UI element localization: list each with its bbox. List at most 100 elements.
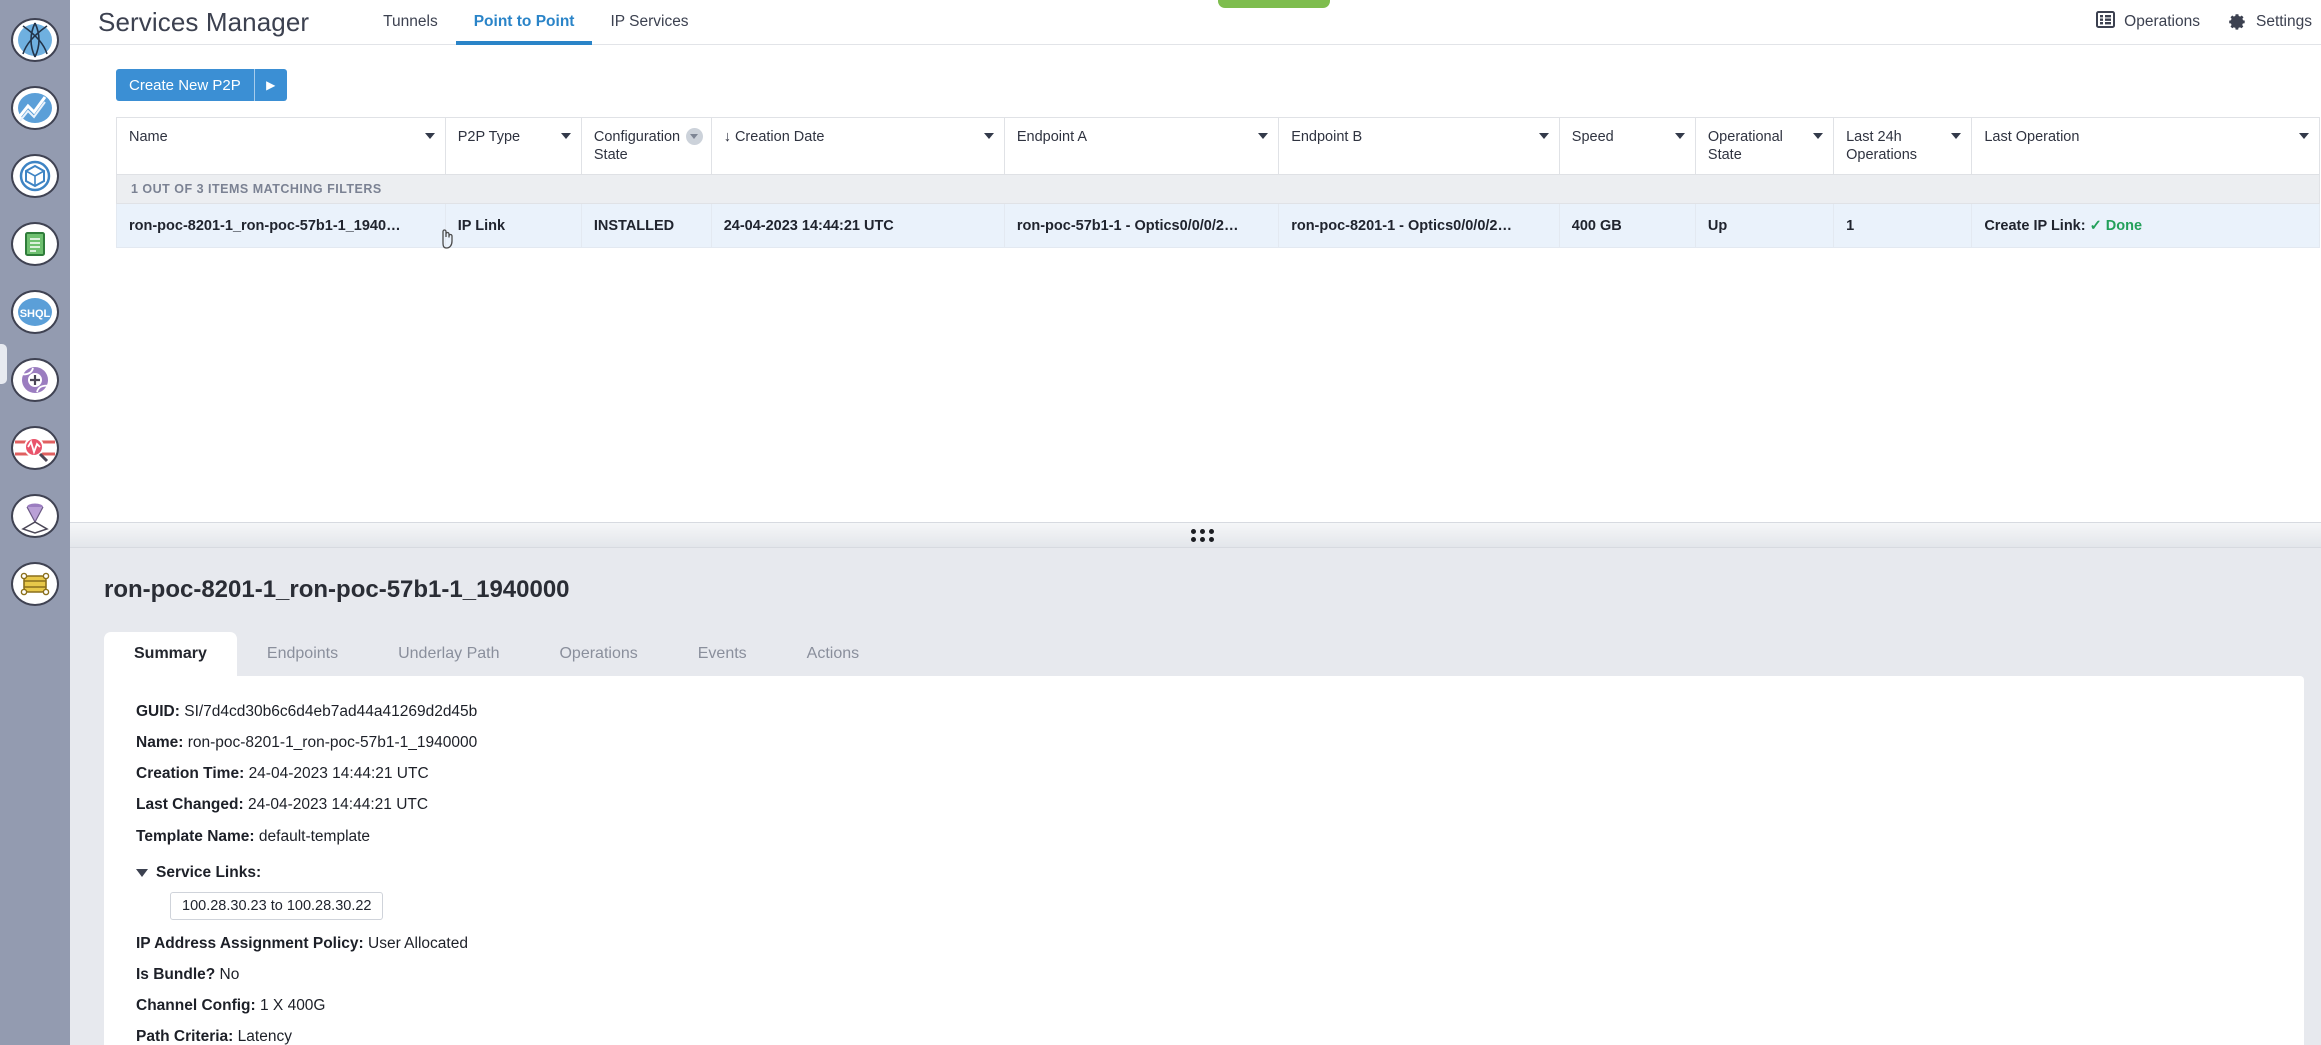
tab-summary[interactable]: Summary <box>104 632 237 676</box>
operations-button[interactable]: Operations <box>2096 10 2200 34</box>
cell-configuration-state: INSTALLED <box>580 203 712 249</box>
rail-item-services-manager[interactable] <box>0 550 70 618</box>
column-header-operational-state[interactable]: Operational State <box>1694 116 1835 176</box>
service-links-toggle[interactable]: Service Links: <box>136 864 2304 882</box>
settings-label: Settings <box>2255 13 2312 30</box>
name-filter-caret-icon[interactable] <box>424 133 435 139</box>
provisioning-plus-icon <box>11 358 59 402</box>
tab-underlay-path[interactable]: Underlay Path <box>368 632 529 676</box>
monitoring-search-icon <box>11 426 59 470</box>
services-manager-app: SHQL Services Manager Tunnels Point to P… <box>0 0 2321 1045</box>
column-header-creation-date[interactable]: ↓ Creation Date <box>710 116 1005 176</box>
nav-tabs: Tunnels Point to Point IP Services <box>365 0 706 45</box>
tab-endpoints[interactable]: Endpoints <box>237 632 368 676</box>
filter-summary-row: 1 OUT OF 3 ITEMS MATCHING FILTERS <box>116 174 2320 205</box>
p2p-services-table: Name P2P Type Configuration State ↓ Creat… <box>116 116 2320 249</box>
path-computation-icon <box>11 494 59 538</box>
field-path-criteria-label: Path Criteria: <box>136 1028 234 1045</box>
rail-item-shql[interactable]: SHQL <box>0 278 70 346</box>
tab-ip-services[interactable]: IP Services <box>592 0 706 45</box>
rail-item-analytics[interactable] <box>0 74 70 142</box>
summary-content: GUID: SI/7d4cd30b6c6d4eb7ad44a41269d2d45… <box>104 676 2304 1045</box>
network-topology-icon <box>11 18 59 62</box>
column-header-name[interactable]: Name <box>116 116 446 176</box>
tab-actions[interactable]: Actions <box>777 632 889 676</box>
sort-descending-icon: ↓ <box>723 129 731 145</box>
field-is-bundle: Is Bundle? No <box>136 965 2304 985</box>
gear-icon <box>2226 9 2247 35</box>
field-name: Name: ron-poc-8201-1_ron-poc-57b1-1_1940… <box>136 733 2304 753</box>
field-creation-time-label: Creation Time: <box>136 765 245 783</box>
column-header-endpoint-b[interactable]: Endpoint B <box>1278 116 1560 176</box>
rail-item-path-computation[interactable] <box>0 482 70 550</box>
cell-endpoint-b: ron-poc-8201-1 - Optics0/0/0/2… <box>1278 203 1560 249</box>
operations-label: Operations <box>2124 13 2200 30</box>
create-dropdown-arrow-icon[interactable]: ▶ <box>255 69 287 101</box>
last-operation-filter-caret-icon[interactable] <box>2299 133 2309 139</box>
service-links-label: Service Links: <box>156 863 262 881</box>
endpoint-a-filter-caret-icon[interactable] <box>1258 133 1269 139</box>
panel-resize-handle[interactable] <box>70 522 2321 548</box>
field-guid-label: GUID: <box>136 703 180 720</box>
creation-date-filter-caret-icon[interactable] <box>983 133 994 139</box>
icon-rail: SHQL <box>0 0 70 1045</box>
create-new-p2p-label: Create New P2P <box>129 76 241 94</box>
services-manager-icon <box>11 562 59 606</box>
field-creation-time-value: 24-04-2023 14:44:21 UTC <box>248 765 429 783</box>
rail-item-reports[interactable] <box>0 210 70 278</box>
table-row[interactable]: ron-poc-8201-1_ron-poc-57b1-1_1940… IP L… <box>116 203 2320 249</box>
column-header-speed[interactable]: Speed <box>1558 116 1696 176</box>
operations-list-icon <box>2096 10 2116 34</box>
configuration-state-filter-caret-icon[interactable] <box>686 128 704 145</box>
column-header-endpoint-a[interactable]: Endpoint A <box>1003 116 1280 176</box>
settings-button[interactable]: Settings <box>2226 9 2312 35</box>
column-header-configuration-state[interactable]: Configuration State <box>580 116 712 176</box>
top-right-actions: Operations Settings <box>2096 9 2321 35</box>
detail-panel: ron-poc-8201-1_ron-poc-57b1-1_1940000 Su… <box>70 548 2321 1045</box>
operational-state-filter-caret-icon[interactable] <box>1813 133 1824 139</box>
field-channel-config-label: Channel Config: <box>136 996 256 1014</box>
field-is-bundle-label: Is Bundle? <box>136 965 216 983</box>
field-template-name: Template Name: default-template <box>136 827 2304 847</box>
p2p-type-filter-caret-icon[interactable] <box>560 133 571 139</box>
chevron-down-icon <box>136 868 148 877</box>
column-header-last-24h-operations[interactable]: Last 24h Operations <box>1833 116 1973 176</box>
field-path-criteria: Path Criteria: Latency <box>136 1027 2304 1045</box>
notification-toast <box>1218 0 1330 8</box>
column-header-last-operation[interactable]: Last Operation <box>1971 116 2320 176</box>
detail-title: ron-poc-8201-1_ron-poc-57b1-1_1940000 <box>104 576 570 603</box>
drag-dots-icon <box>1191 528 1215 542</box>
field-ip-policy-value: User Allocated <box>368 934 468 952</box>
tab-operations[interactable]: Operations <box>529 632 667 676</box>
rail-item-monitoring[interactable] <box>0 414 70 482</box>
main-column: Services Manager Tunnels Point to Point … <box>70 0 2321 1045</box>
field-path-criteria-value: Latency <box>237 1028 292 1045</box>
speed-filter-caret-icon[interactable] <box>1674 133 1685 139</box>
cell-last-operation: Create IP Link: ✓ Done <box>1971 203 2320 249</box>
cell-speed: 400 GB <box>1558 203 1696 249</box>
endpoint-b-filter-caret-icon[interactable] <box>1538 133 1549 139</box>
field-guid-value: SI/7d4cd30b6c6d4eb7ad44a41269d2d45b <box>184 703 478 720</box>
analytics-chart-icon <box>11 86 59 130</box>
rail-item-provisioning[interactable] <box>0 346 70 414</box>
cell-operational-state: Up <box>1694 203 1835 249</box>
cell-name[interactable]: ron-poc-8201-1_ron-poc-57b1-1_1940… <box>116 203 446 249</box>
table-area: Create New P2P ▶ Name P2P Type Configura… <box>70 45 2321 522</box>
field-name-label: Name: <box>136 734 184 752</box>
tab-events[interactable]: Events <box>668 632 777 676</box>
last-24h-operations-filter-caret-icon[interactable] <box>1951 133 1962 139</box>
column-header-p2p-type[interactable]: P2P Type <box>444 116 582 176</box>
service-link-chip[interactable]: 100.28.30.23 to 100.28.30.22 <box>170 891 384 920</box>
create-new-p2p-button[interactable]: Create New P2P ▶ <box>116 69 287 101</box>
tab-tunnels[interactable]: Tunnels <box>365 0 456 45</box>
cell-creation-date: 24-04-2023 14:44:21 UTC <box>710 203 1005 249</box>
page-title: Services Manager <box>98 6 310 37</box>
top-bar: Services Manager Tunnels Point to Point … <box>70 0 2321 45</box>
rail-item-network-topology[interactable] <box>0 6 70 74</box>
shql-query-icon: SHQL <box>11 290 59 334</box>
cell-last-24h-operations: 1 <box>1833 203 1973 249</box>
field-ip-policy-label: IP Address Assignment Policy: <box>136 934 364 952</box>
field-is-bundle-value: No <box>219 965 240 983</box>
tab-point-to-point[interactable]: Point to Point <box>455 0 593 45</box>
rail-item-inventory[interactable] <box>0 142 70 210</box>
